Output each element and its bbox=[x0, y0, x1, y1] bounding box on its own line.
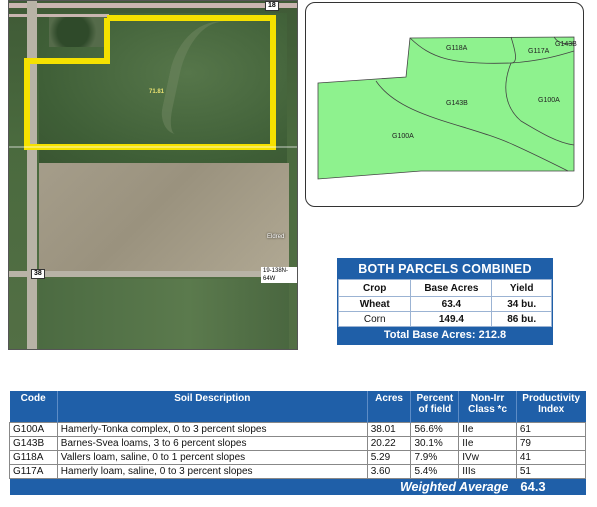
soil-acres: 38.01 bbox=[366, 421, 412, 437]
soil-description: Vallers loam, saline, 0 to 1 percent slo… bbox=[56, 449, 368, 465]
base-acres-table: Crop Base Acres Yield Wheat 63.4 34 bu. … bbox=[337, 279, 552, 327]
crop-cell: Wheat bbox=[337, 296, 412, 312]
soil-parcel-shape bbox=[317, 36, 575, 180]
soil-code: G100A bbox=[9, 421, 58, 437]
aerial-photo: 18 38 71.81 Eldred 19-138N-64W bbox=[8, 0, 298, 350]
header-code-text: Code bbox=[20, 393, 46, 404]
header-soil-description: Soil Description bbox=[57, 391, 368, 422]
soil-label-g117a: G117A bbox=[528, 48, 550, 55]
soil-acres: 5.29 bbox=[366, 449, 412, 465]
parcel-boundary bbox=[9, 15, 297, 150]
table-row: Corn 149.4 86 bu. bbox=[337, 311, 552, 327]
header-acres-text: Acres bbox=[375, 393, 403, 404]
soil-code: G118A bbox=[9, 449, 58, 465]
table-row: G100A Hamerly-Tonka complex, 0 to 3 perc… bbox=[9, 421, 587, 437]
soil-label-g143b: G143B bbox=[446, 100, 468, 107]
header-class-line1: Non-Irr bbox=[470, 393, 505, 404]
soil-code: G117A bbox=[9, 463, 58, 479]
header-percent-of-field: Percent of field bbox=[410, 391, 460, 422]
soil-percent: 5.4% bbox=[410, 463, 460, 479]
header-class-line2: Class *c bbox=[468, 404, 508, 415]
acre-label: 71.81 bbox=[149, 89, 165, 95]
parcel-boundary-line bbox=[24, 15, 276, 150]
base-acres-cell: 63.4 bbox=[410, 296, 493, 312]
header-base-acres: Base Acres bbox=[410, 279, 493, 297]
place-label: Eldred bbox=[267, 234, 285, 240]
weighted-average-value: 64.3 bbox=[516, 478, 586, 495]
road-shield-38: 38 bbox=[31, 269, 45, 279]
soil-index: 79 bbox=[515, 435, 587, 451]
soil-acres: 3.60 bbox=[366, 463, 412, 479]
total-base-acres: Total Base Acres: 212.8 bbox=[338, 327, 552, 344]
soil-description: Hamerly-Tonka complex, 0 to 3 percent sl… bbox=[56, 421, 368, 437]
header-acres: Acres bbox=[367, 391, 412, 422]
soil-label-g143b-corner: G143B bbox=[555, 41, 577, 48]
parcels-title: BOTH PARCELS COMBINED bbox=[338, 259, 552, 279]
soil-class: IVw bbox=[458, 449, 517, 465]
soil-class: IIIs bbox=[458, 463, 517, 479]
soil-label-g100a: G100A bbox=[392, 133, 414, 140]
soil-label-g118a: G118A bbox=[446, 45, 468, 52]
header-percent-line1: Percent bbox=[416, 393, 454, 404]
header-percent-line2: of field bbox=[418, 404, 452, 415]
soil-map-drawing bbox=[317, 36, 575, 180]
header-prod-line1: Productivity bbox=[522, 393, 581, 404]
soil-class: IIe bbox=[458, 421, 517, 437]
yield-cell: 86 bu. bbox=[491, 311, 552, 327]
soil-label-g100a-east: G100A bbox=[538, 97, 560, 104]
header-non-irr-class: Non-Irr Class *c bbox=[458, 391, 517, 422]
parcels-combined-table: BOTH PARCELS COMBINED Crop Base Acres Yi… bbox=[337, 258, 553, 345]
crop-cell: Corn bbox=[337, 311, 412, 327]
soil-map: G118A G117A G143B G100A G143B G100A bbox=[305, 2, 584, 207]
weighted-average-row: Weighted Average 64.3 bbox=[9, 478, 586, 495]
yield-cell: 34 bu. bbox=[491, 296, 552, 312]
soil-index: 51 bbox=[515, 463, 587, 479]
weighted-average-label: Weighted Average bbox=[9, 478, 517, 495]
header-productivity-index: Productivity Index bbox=[516, 391, 586, 422]
soils-header-row: Code Soil Description Acres Percent of f… bbox=[9, 391, 586, 422]
header-yield: Yield bbox=[491, 279, 552, 297]
header-code: Code bbox=[9, 391, 58, 422]
header-crop: Crop bbox=[337, 279, 412, 297]
soil-description: Barnes-Svea loams, 3 to 6 percent slopes bbox=[56, 435, 368, 451]
table-row: G143B Barnes-Svea loams, 3 to 6 percent … bbox=[9, 435, 587, 451]
parcels-header-row: Crop Base Acres Yield bbox=[337, 279, 552, 297]
road-shield-18: 18 bbox=[265, 1, 279, 11]
header-description-text: Soil Description bbox=[174, 393, 251, 404]
soil-acres: 20.22 bbox=[366, 435, 412, 451]
soil-class: IIe bbox=[458, 435, 517, 451]
soil-percent: 7.9% bbox=[410, 449, 460, 465]
soil-description: Hamerly loam, saline, 0 to 3 percent slo… bbox=[56, 463, 368, 479]
header-prod-line2: Index bbox=[538, 404, 565, 415]
soil-index: 41 bbox=[515, 449, 587, 465]
table-row: G118A Vallers loam, saline, 0 to 1 perce… bbox=[9, 449, 587, 465]
soil-code: G143B bbox=[9, 435, 58, 451]
table-row: G117A Hamerly loam, saline, 0 to 3 perce… bbox=[9, 463, 587, 479]
soil-index: 61 bbox=[515, 421, 587, 437]
table-row: Wheat 63.4 34 bu. bbox=[337, 296, 552, 312]
township-label: 19-138N-64W bbox=[261, 267, 297, 283]
soils-table: Code Soil Description Acres Percent of f… bbox=[9, 391, 587, 495]
soil-percent: 30.1% bbox=[410, 435, 460, 451]
base-acres-cell: 149.4 bbox=[410, 311, 493, 327]
soils-table-block: Code Soil Description Acres Percent of f… bbox=[9, 391, 587, 495]
soil-percent: 56.6% bbox=[410, 421, 460, 437]
